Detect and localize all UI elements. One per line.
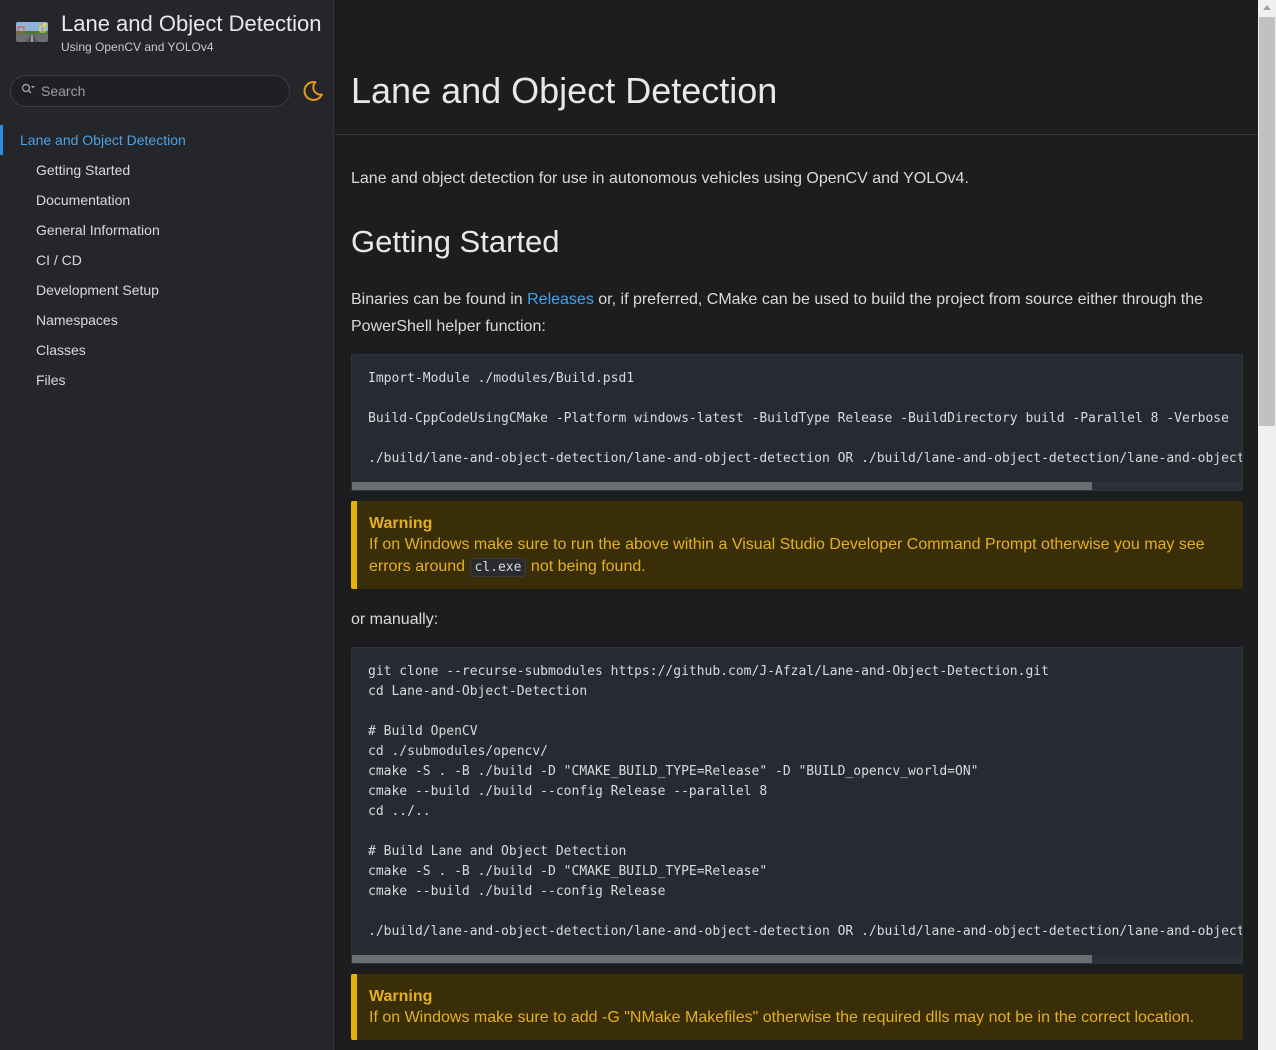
warning-text-after: not being found. — [526, 558, 646, 575]
or-manually-text: or manually: — [351, 611, 439, 628]
sidebar-item-classes[interactable]: Classes — [0, 335, 333, 365]
getting-started-heading: Getting Started — [351, 224, 560, 259]
sidebar-item-documentation[interactable]: Documentation — [0, 185, 333, 215]
sidebar-item-development-setup[interactable]: Development Setup — [0, 275, 333, 305]
main-content: Lane and Object Detection Lane and objec… — [335, 0, 1258, 1050]
intro-paragraph: Lane and object detection for use in aut… — [351, 170, 969, 187]
moon-icon[interactable] — [302, 80, 324, 102]
code-block-powershell[interactable]: Import-Module ./modules/Build.psd1 Build… — [351, 354, 1243, 491]
warning-text: If on Windows make sure to add -G "NMake… — [369, 1009, 1195, 1026]
sidebar-nav: Lane and Object Detection Getting Starte… — [0, 125, 333, 395]
sidebar-item-namespaces[interactable]: Namespaces — [0, 305, 333, 335]
scroll-up-arrow-icon[interactable] — [1263, 5, 1271, 10]
code-scrollbar-thumb[interactable] — [352, 955, 1092, 963]
warning-title: Warning — [369, 988, 433, 1005]
page-scrollbar-thumb[interactable] — [1259, 17, 1275, 426]
code-scrollbar[interactable] — [352, 482, 1242, 490]
page-scrollbar[interactable] — [1258, 0, 1276, 1050]
warning-title: Warning — [369, 515, 433, 532]
search-input[interactable] — [39, 82, 273, 100]
title-area: Lane and Object Detection — [335, 0, 1258, 135]
project-brief: Using OpenCV and YOLOv4 — [61, 40, 214, 54]
sidebar: Lane and Object Detection Using OpenCV a… — [0, 0, 334, 1050]
sidebar-item-getting-started[interactable]: Getting Started — [0, 155, 333, 185]
code-scrollbar[interactable] — [352, 955, 1242, 963]
sidebar-item-general-information[interactable]: General Information — [0, 215, 333, 245]
sidebar-item-files[interactable]: Files — [0, 365, 333, 395]
sidebar-item-ci-cd[interactable]: CI / CD — [0, 245, 333, 275]
page-title: Lane and Object Detection — [351, 70, 778, 111]
code-block-text: Import-Module ./modules/Build.psd1 Build… — [368, 371, 1242, 466]
warning-box: Warning If on Windows make sure to add -… — [351, 974, 1243, 1040]
search-box[interactable] — [10, 75, 290, 107]
binaries-paragraph: Binaries can be found in Releases or, if… — [351, 286, 1231, 340]
sidebar-item-lane-and-object-detection[interactable]: Lane and Object Detection — [0, 125, 333, 155]
search-icon — [21, 82, 35, 100]
project-brand: Lane and Object Detection Using OpenCV a… — [16, 12, 322, 54]
project-logo — [16, 22, 48, 42]
code-block-manual[interactable]: git clone --recurse-submodules https://g… — [351, 647, 1243, 964]
warning-text: If on Windows make sure to run the above… — [369, 536, 1205, 577]
code-scrollbar-thumb[interactable] — [352, 482, 1092, 490]
project-name[interactable]: Lane and Object Detection — [61, 12, 322, 36]
code-block-text: git clone --recurse-submodules https://g… — [368, 664, 1242, 939]
releases-link[interactable]: Releases — [527, 291, 594, 308]
binaries-prefix: Binaries can be found in — [351, 291, 528, 308]
inline-code: cl.exe — [469, 558, 527, 577]
warning-box: Warning If on Windows make sure to run t… — [351, 501, 1243, 589]
